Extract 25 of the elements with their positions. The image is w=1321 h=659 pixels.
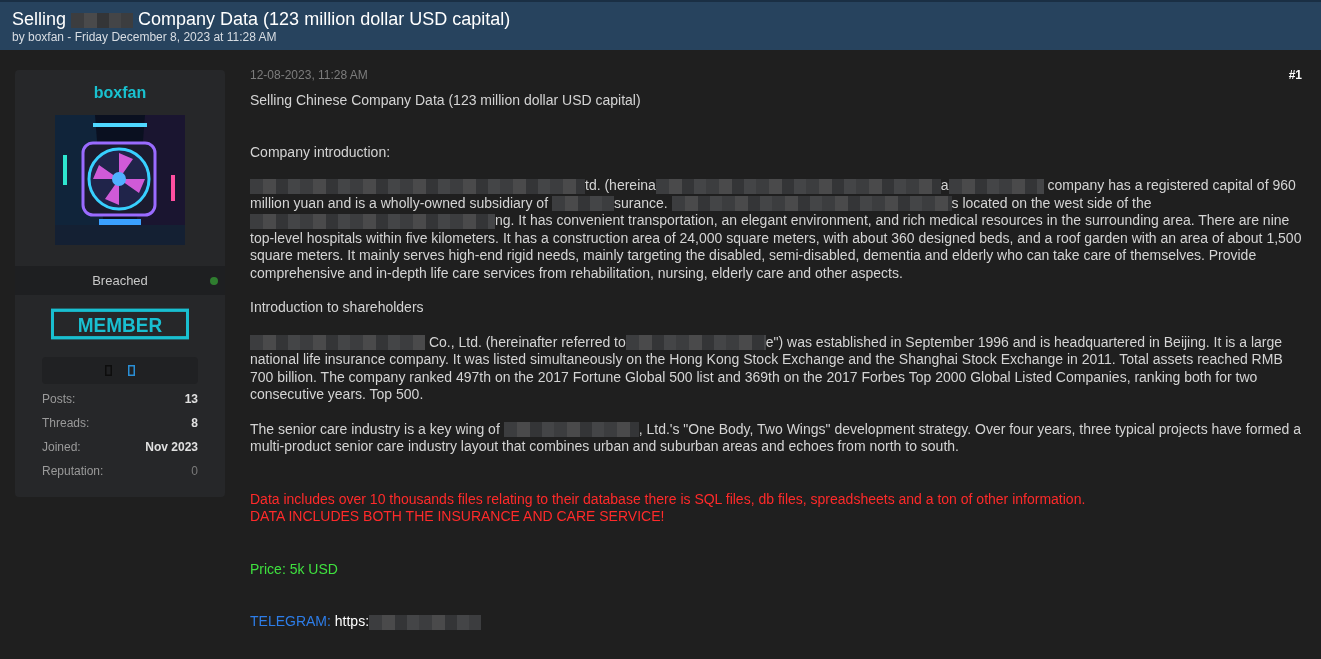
username[interactable]: boxfan [93,83,147,103]
post-paragraph: Data includes over 10 thousands files relating to their database there is SQL files, db files, spreadsheets and a ton of other information. [250,490,1087,508]
post-paragraph: td. (hereina a company has a registered capital of 960 million yuan and is a wholly-owned subsidiary of surance. s located on the west side of the ng. It has convenient transportation, an elegant environment, and rich medical resources in the surrounding area. There are nine top-level hospitals within five kilometers. It has a construction area of 24,000 square meters, with about 360 designed beds, and a roof garden with an area of about 1,500 square meters. It mainly serves high-end rigid needs, mainly targeting the disabled, semi-disabled, dementia and elderly who can take care of themselves. Provide comprehensive and in-depth life care services from rehabilitation, nursing, elderly care and other aspects. [250,177,1302,282]
post-paragraph: The senior care industry is a key wing of , Ltd.'s "One Body, Two Wings" development strategy. Over four years, three typical projects have formed a multi-product senior care industry layout that combines urban and suburban areas and echoes from north to south. [250,420,1302,456]
post-paragraph: Price: 5k USD [250,560,339,578]
rank-badge: MEMBER [51,308,189,340]
post-number[interactable]: #1 [1288,68,1302,83]
stat-label: Reputation: [42,463,104,480]
stat-value: 13 [184,391,198,408]
stat-label: Posts: [42,391,76,408]
stat-value: Nov 2023 [145,439,198,456]
post-paragraph: Company introduction: [250,143,392,161]
post-paragraph: Introduction to shareholders [250,299,425,317]
post-paragraph: Co., Ltd. (hereinafter referred to e") was established in September 1996 and is headquartered in Beijing. It is a large national life insurance company. It was listed simultaneously on the Hong Kong Stock Exchange and the Shanghai Stock Exchange in 2011. Total assets reached RMB 700 billion. The company ranked 497th on the 2017 Fortune Global 500 list and 369th on the 2017 Forbes Top 2000 Global Listed Companies, ranking both for two consecutive years. Top 500. [250,333,1284,404]
post-paragraph: TELEGRAM: https: [250,613,1302,631]
stat-label: Joined: [42,439,81,456]
stat-label: Threads: [42,415,90,432]
stat-value: 8 [191,415,198,432]
post-date: 12-08-2023, 11:28 AM [250,68,368,83]
thread-byline: by boxfan - Friday December 8, 2023 at 11:28 AM [12,30,278,44]
stat-value: 0 [191,463,198,480]
post-paragraph: Selling Chinese Company Data (123 million dollar USD capital) [250,92,642,110]
post-paragraph: DATA INCLUDES BOTH THE INSURANCE AND CARE SERVICE! [250,508,666,526]
user-group: Breached [92,270,148,291]
thread-title: Selling Company Data (123 million dollar USD capital) [12,8,512,30]
